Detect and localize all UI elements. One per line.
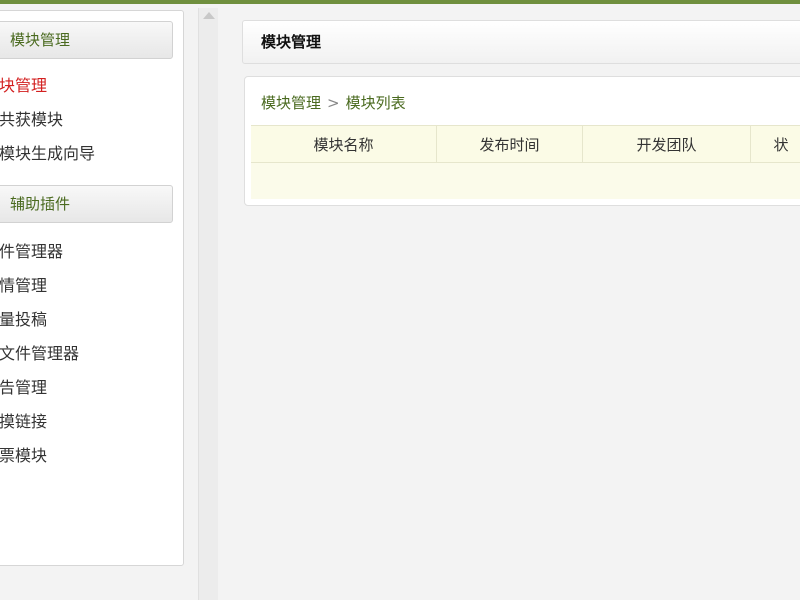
column-header-module-name[interactable]: 模块名称 [251,126,437,164]
sidebar-group-plugins-title: 辅助插件 [10,195,71,213]
sidebar: 模块管理 块管理 共获模块 模块生成向导 辅助插件 件管理器 情管理 量投稿 文… [0,10,184,566]
column-header-release-time[interactable]: 发布时间 [437,126,583,164]
page-title: 模块管理 [261,33,322,51]
frame-scrollbar[interactable] [198,8,218,600]
sidebar-item-get-modules[interactable]: 共获模块 [0,107,63,133]
sidebar-group-plugins-header[interactable]: 辅助插件 [0,185,173,223]
breadcrumb-item-module-list[interactable]: 模块列表 [346,94,406,112]
top-accent-bar [0,0,800,4]
column-header-dev-team[interactable]: 开发团队 [583,126,751,164]
table-header-row: 模块名称 发布时间 开发团队 状 [251,125,800,164]
scroll-up-arrow-icon[interactable] [203,12,215,19]
sidebar-item-bulk-submit[interactable]: 量投稿 [0,307,47,333]
page-title-bar: 模块管理 [242,20,800,64]
sidebar-item-plugin-manager[interactable]: 件管理器 [0,239,63,265]
sidebar-item-module-management[interactable]: 块管理 [0,73,47,99]
breadcrumb: 模块管理 > 模块列表 [261,89,406,117]
sidebar-item-file-manager[interactable]: 文件管理器 [0,341,79,367]
breadcrumb-item-module-management[interactable]: 模块管理 [261,94,321,112]
table-body-empty [251,163,800,199]
sidebar-item-ad-management[interactable]: 告管理 [0,375,47,401]
sidebar-item-info-management[interactable]: 情管理 [0,273,47,299]
sidebar-item-vote-module[interactable]: 票模块 [0,443,47,469]
sidebar-group-modules-title: 模块管理 [10,31,71,49]
module-list-panel: 模块管理 > 模块列表 模块名称 发布时间 开发团队 状 [244,76,800,206]
sidebar-group-modules-header[interactable]: 模块管理 [0,21,173,59]
breadcrumb-separator-icon: > [327,94,340,112]
sidebar-item-module-wizard[interactable]: 模块生成向导 [0,141,95,167]
sidebar-item-friend-links[interactable]: 摸链接 [0,409,47,435]
column-header-status[interactable]: 状 [751,126,800,164]
